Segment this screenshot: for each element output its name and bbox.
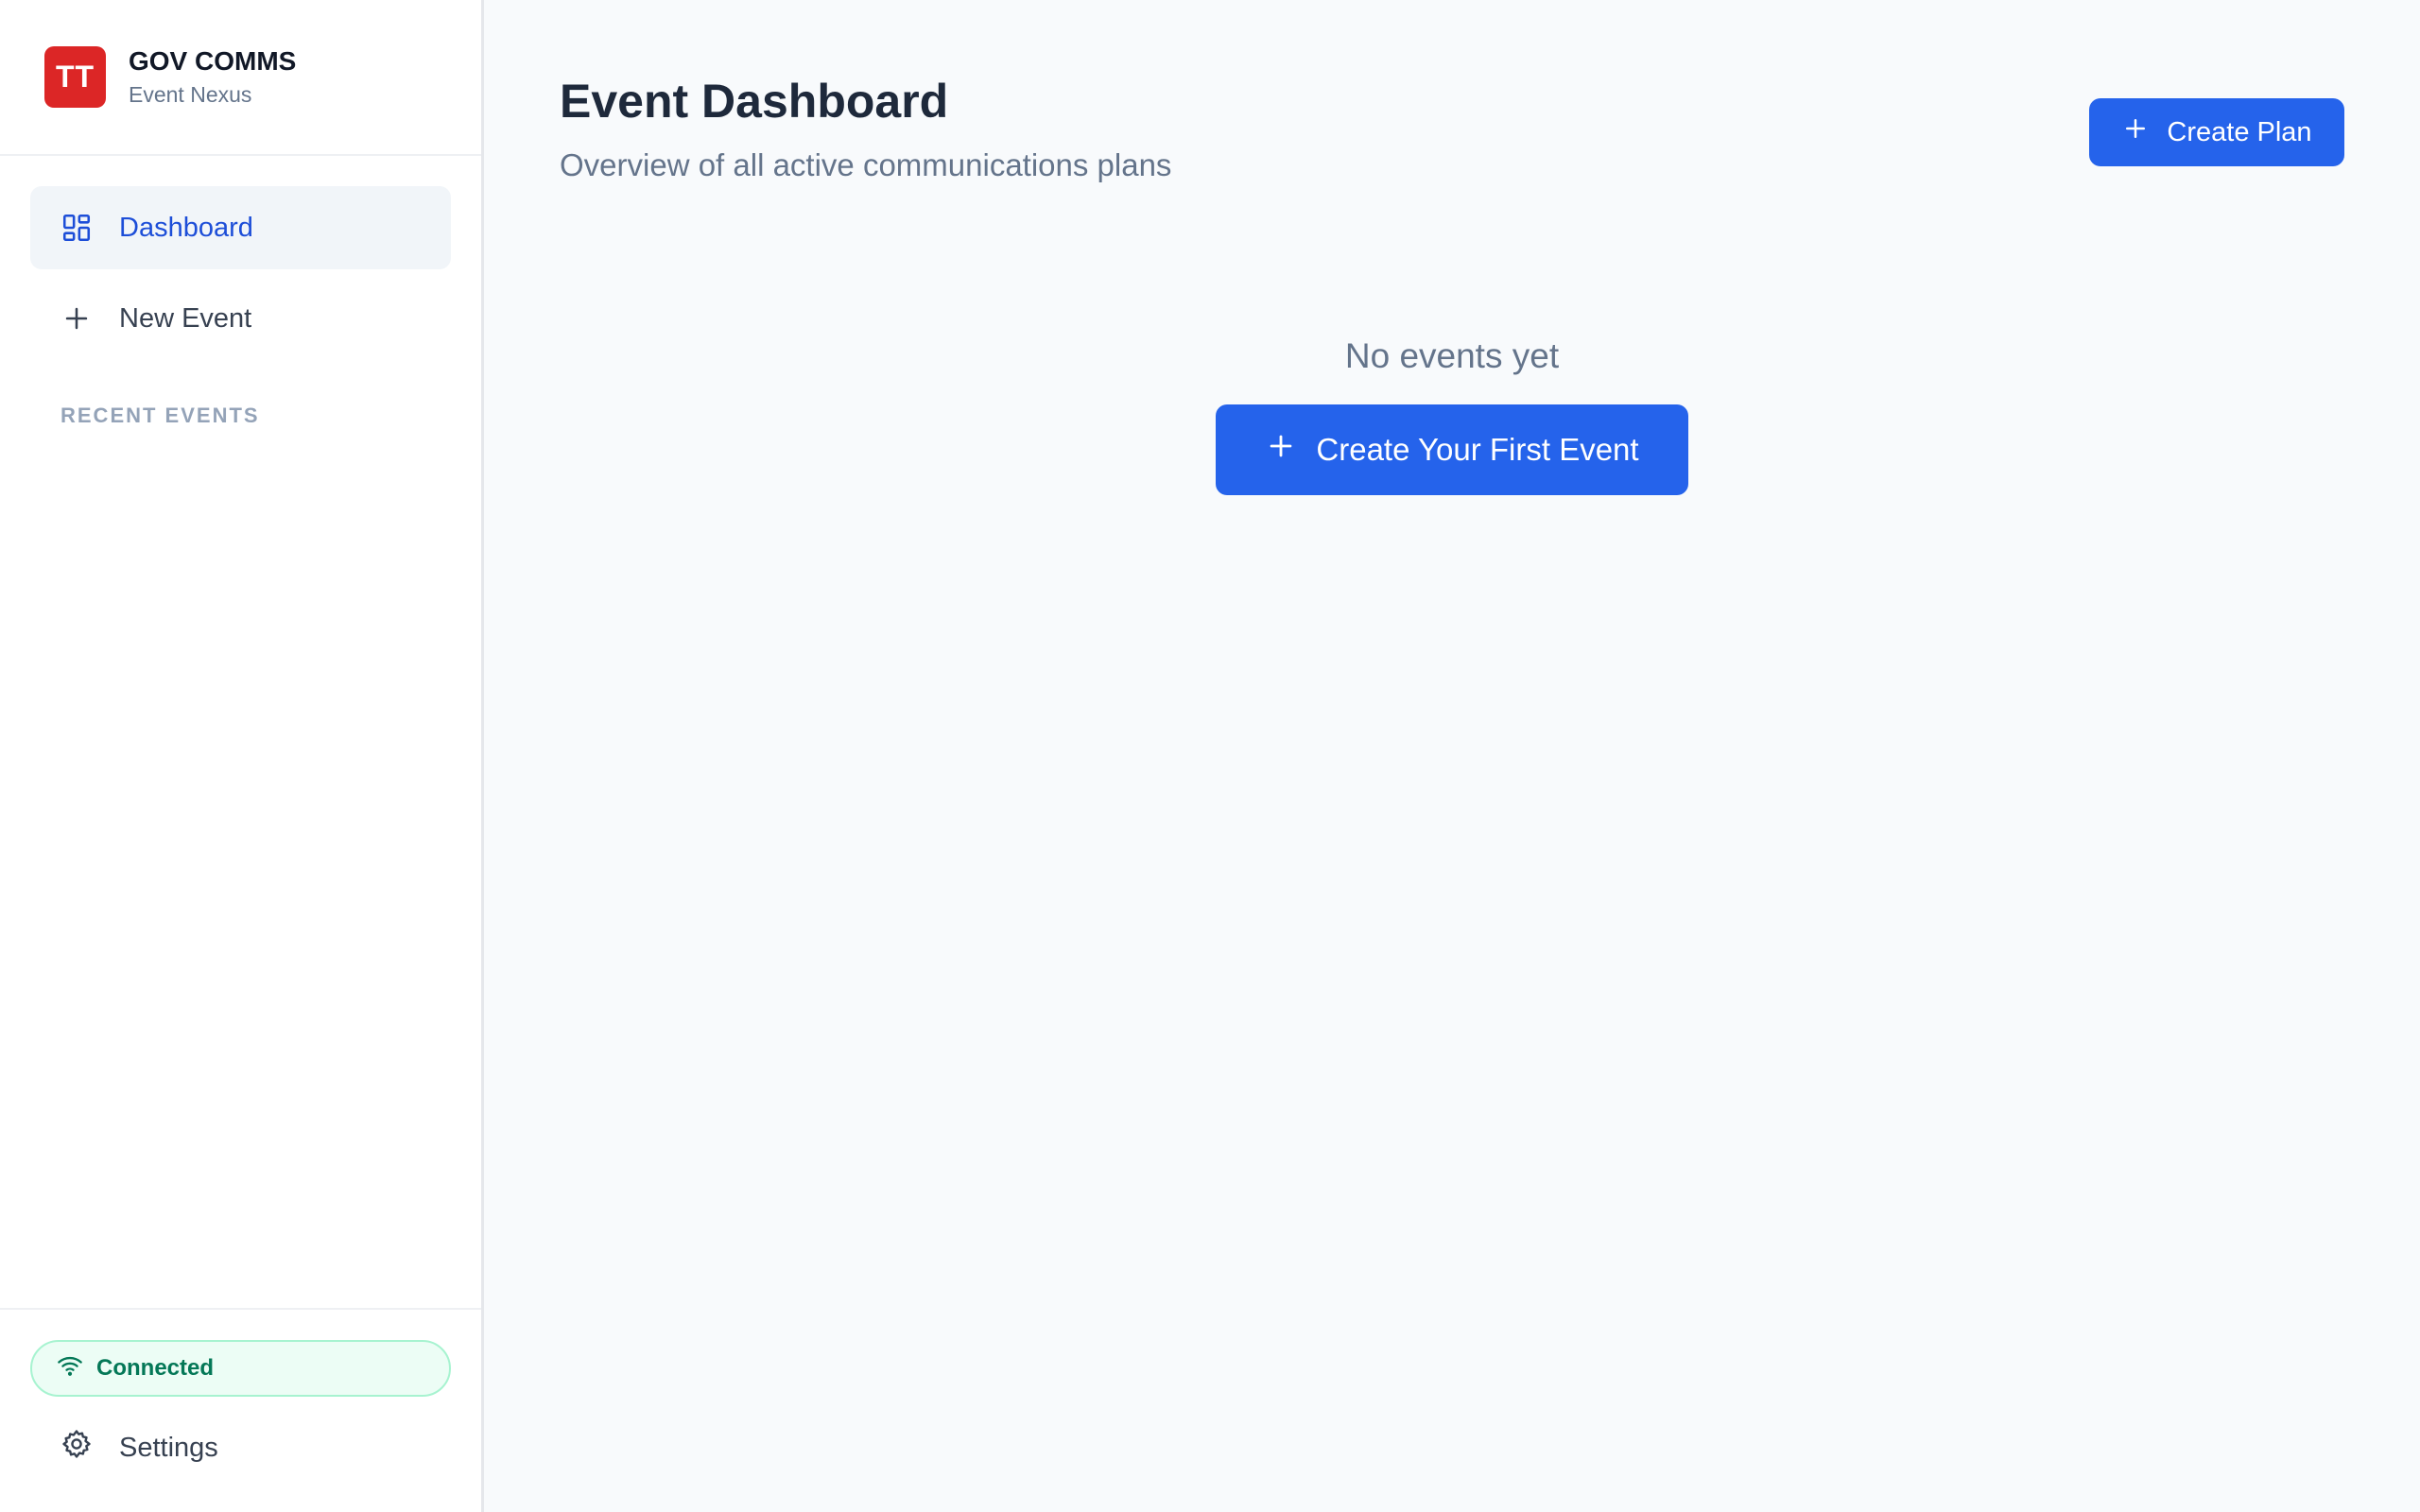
sidebar-item-dashboard[interactable]: Dashboard — [30, 186, 451, 269]
empty-state: No events yet Create Your First Event — [560, 336, 2344, 495]
wifi-icon — [57, 1352, 83, 1385]
sidebar-footer: Connected Settings — [0, 1308, 481, 1512]
connection-status-badge: Connected — [30, 1340, 451, 1397]
gear-icon — [60, 1428, 93, 1468]
brand-header: TT GOV COMMS Event Nexus — [0, 0, 481, 156]
create-plan-label: Create Plan — [2167, 116, 2312, 147]
sidebar-item-label: Dashboard — [119, 212, 253, 243]
main-content: Event Dashboard Overview of all active c… — [484, 0, 2420, 1512]
plus-icon — [60, 302, 93, 335]
page-subtitle: Overview of all active communications pl… — [560, 147, 1172, 182]
sidebar-nav: Dashboard New Event — [0, 156, 481, 368]
recent-events-heading: RECENT EVENTS — [60, 404, 260, 427]
sidebar-item-label: New Event — [119, 302, 252, 334]
dashboard-grid-icon — [60, 212, 93, 244]
sidebar: TT GOV COMMS Event Nexus Dashboard New E… — [0, 0, 484, 1512]
settings-link[interactable]: Settings — [30, 1412, 451, 1484]
page-title: Event Dashboard — [560, 75, 949, 128]
settings-label: Settings — [119, 1432, 218, 1463]
create-plan-button[interactable]: Create Plan — [2089, 98, 2344, 166]
create-first-event-label: Create Your First Event — [1316, 432, 1639, 467]
create-first-event-button[interactable]: Create Your First Event — [1216, 404, 1688, 495]
app-root: TT GOV COMMS Event Nexus Dashboard New E… — [0, 0, 2420, 1512]
brand-text: GOV COMMS Event Nexus — [129, 46, 296, 108]
empty-state-text: No events yet — [1344, 336, 1560, 375]
plus-icon — [1265, 430, 1297, 470]
page-header: Event Dashboard Overview of all active c… — [560, 74, 2344, 183]
brand-subtitle: Event Nexus — [129, 82, 252, 107]
page-heading-group: Event Dashboard Overview of all active c… — [560, 74, 1171, 183]
plus-icon — [2121, 114, 2150, 150]
sidebar-item-new-event[interactable]: New Event — [30, 277, 451, 360]
brand-logo: TT — [44, 46, 106, 108]
recent-events-list — [0, 428, 481, 1308]
brand-title: GOV COMMS — [129, 46, 297, 76]
connection-status-label: Connected — [96, 1355, 215, 1381]
